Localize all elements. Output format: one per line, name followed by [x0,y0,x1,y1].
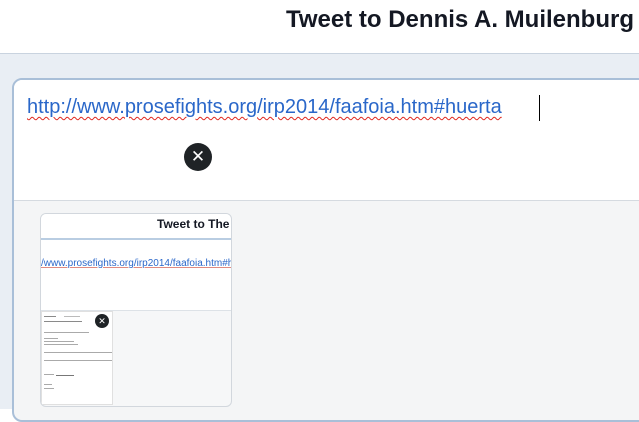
tweet-text[interactable]: http://www.prosefights.org/irp2014/faafo… [27,96,502,119]
tweet-text-area[interactable]: http://www.prosefights.org/irp2014/faafo… [14,80,639,201]
page-title: Tweet to Dennis A. Muilenburg [286,6,634,33]
tweet-composer[interactable]: http://www.prosefights.org/irp2014/faafo… [12,78,639,422]
text-caret [539,95,540,121]
remove-attachment-close-icon[interactable]: ✕ [184,143,212,171]
thumbnail-header: Tweet to The [41,214,231,240]
thumbnail-close-icon: ✕ [95,314,109,328]
thumbnail-title: Tweet to The [157,217,230,231]
attached-image-thumbnail[interactable]: Tweet to The /www.prosefights.org/irp201… [40,213,232,407]
thumbnail-text-panel: /www.prosefights.org/irp2014/faafoia.htm… [41,240,231,311]
window-header: Tweet to Dennis A. Muilenburg [0,0,639,54]
thumbnail-url: /www.prosefights.org/irp2014/faafoia.htm… [41,258,232,269]
